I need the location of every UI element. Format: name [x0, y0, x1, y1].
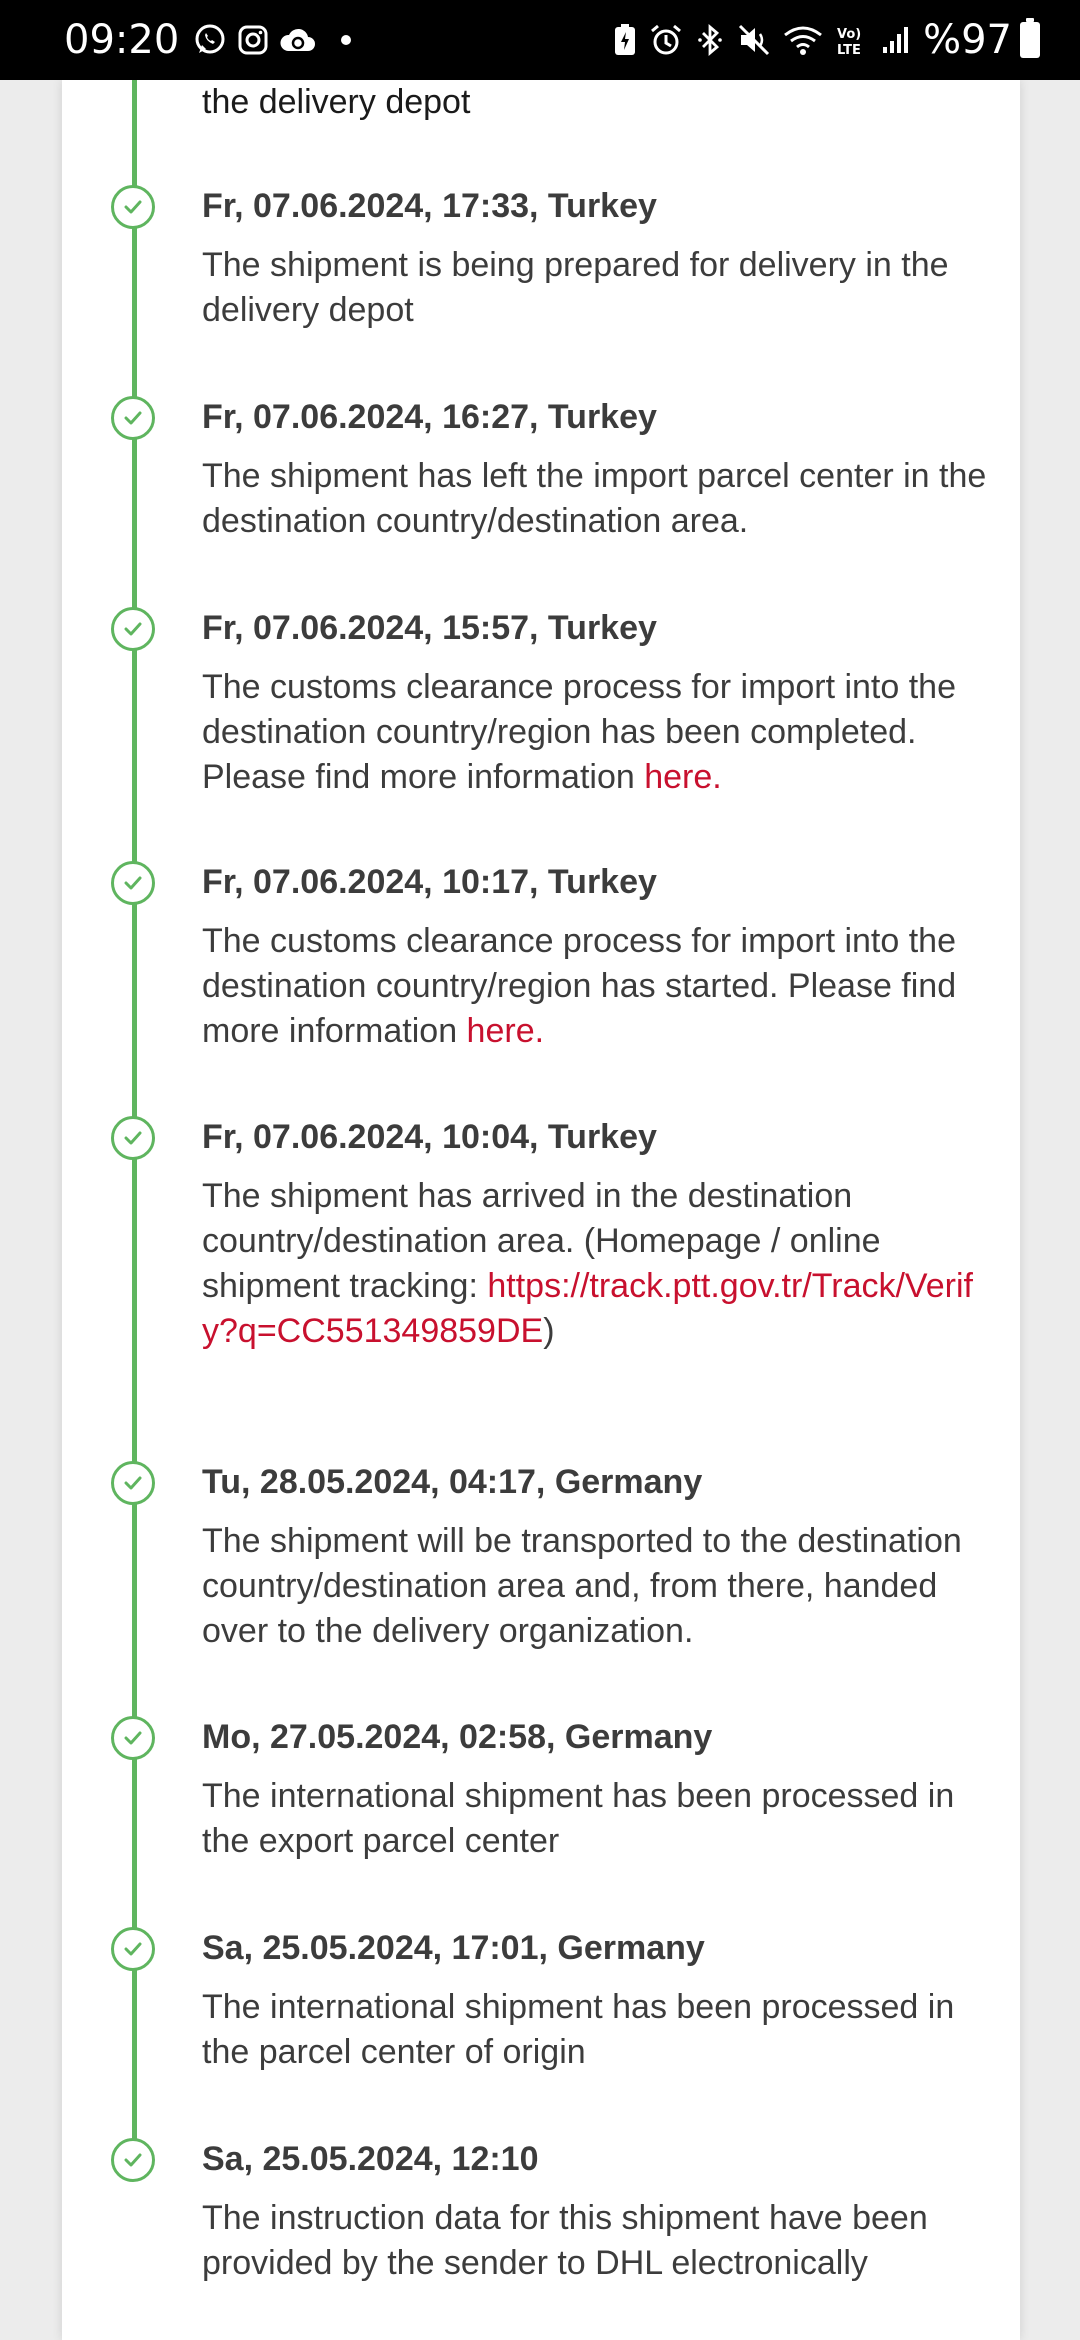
- more-info-link[interactable]: here.: [467, 1012, 545, 1050]
- event-description-text: The shipment will be transported to the …: [202, 1522, 962, 1650]
- event-timestamp: Fr, 07.06.2024, 10:04, Turkey: [202, 1118, 657, 1156]
- event-timestamp: Mo, 27.05.2024, 02:58, Germany: [202, 1718, 713, 1756]
- event-description-text: The customs clearance process for import…: [202, 668, 956, 796]
- check-circle-icon: [111, 861, 155, 905]
- event-description: The shipment is being prepared for deliv…: [202, 243, 992, 333]
- tracking-history-card: the delivery depot Fr, 07.06.2024, 17:33…: [62, 80, 1020, 2340]
- check-circle-icon: [111, 1716, 155, 1760]
- status-bar: 09:20 Vo) LTE %97: [0, 0, 1080, 80]
- wifi-icon: [783, 24, 823, 56]
- event-timestamp: Fr, 07.06.2024, 16:27, Turkey: [202, 398, 657, 436]
- event-description-text: The shipment has left the import parcel …: [202, 457, 987, 540]
- event-description-text: The international shipment has been proc…: [202, 1777, 955, 1860]
- event-timestamp: Fr, 07.06.2024, 15:57, Turkey: [202, 609, 657, 647]
- event-description: The international shipment has been proc…: [202, 1774, 992, 1864]
- event-description-text: The instruction data for this shipment h…: [202, 2199, 928, 2282]
- whatsapp-icon: [193, 23, 227, 57]
- notification-dot: [341, 35, 352, 45]
- event-description: The shipment will be transported to the …: [202, 1519, 992, 1654]
- check-circle-icon: [111, 2138, 155, 2182]
- event-timestamp: Sa, 25.05.2024, 17:01, Germany: [202, 1929, 705, 1967]
- event-timestamp: Sa, 25.05.2024, 12:10: [202, 2140, 539, 2178]
- svg-text:LTE: LTE: [837, 43, 861, 57]
- battery-saver-icon: [613, 23, 637, 57]
- event-description-suffix: ): [543, 1312, 555, 1350]
- svg-text:Vo): Vo): [837, 27, 861, 42]
- event-timestamp: Tu, 28.05.2024, 04:17, Germany: [202, 1463, 703, 1501]
- battery-icon: [1020, 18, 1040, 58]
- event-description: The instruction data for this shipment h…: [202, 2196, 992, 2286]
- check-circle-icon: [111, 396, 155, 440]
- status-time: 09:20: [64, 17, 180, 63]
- timeline-leading-text: the delivery depot: [202, 83, 471, 121]
- event-description: The customs clearance process for import…: [202, 665, 992, 800]
- event-description: The shipment has arrived in the destinat…: [202, 1174, 992, 1354]
- volte-icon: Vo) LTE: [835, 23, 869, 57]
- check-circle-icon: [111, 185, 155, 229]
- instagram-icon: [237, 24, 269, 56]
- cloud-sync-icon: [279, 25, 317, 55]
- mute-icon: [737, 23, 771, 57]
- more-info-link[interactable]: here.: [644, 758, 722, 796]
- check-circle-icon: [111, 1461, 155, 1505]
- check-circle-icon: [111, 607, 155, 651]
- check-circle-icon: [111, 1116, 155, 1160]
- event-description: The shipment has left the import parcel …: [202, 454, 992, 544]
- event-description-text: The customs clearance process for import…: [202, 922, 957, 1050]
- event-description-text: The international shipment has been proc…: [202, 1988, 955, 2071]
- alarm-icon: [649, 23, 683, 57]
- event-description: The international shipment has been proc…: [202, 1985, 992, 2075]
- event-timestamp: Fr, 07.06.2024, 10:17, Turkey: [202, 863, 657, 901]
- check-circle-icon: [111, 1927, 155, 1971]
- event-timestamp: Fr, 07.06.2024, 17:33, Turkey: [202, 187, 657, 225]
- bluetooth-icon: [695, 23, 725, 57]
- event-description: The customs clearance process for import…: [202, 919, 992, 1054]
- signal-icon: [881, 25, 911, 55]
- battery-percentage: %97: [923, 17, 1012, 63]
- event-description-text: The shipment is being prepared for deliv…: [202, 246, 949, 329]
